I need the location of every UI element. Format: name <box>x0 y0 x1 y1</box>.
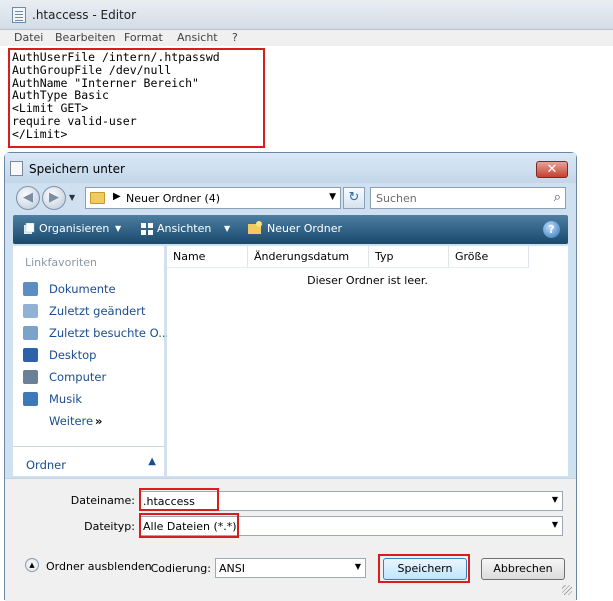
empty-folder-message: Dieser Ordner ist leer. <box>307 274 428 287</box>
favorite-label: Zuletzt besuchte O... <box>49 326 170 340</box>
command-toolbar: Organisieren ▼ Ansichten ▼ Neuer Ordner … <box>13 215 568 244</box>
filename-highlight <box>139 488 219 511</box>
encoding-select[interactable]: ANSI ▼ <box>215 558 366 578</box>
encoding-value: ANSI <box>219 562 245 575</box>
text-line: </Limit> <box>12 126 68 141</box>
favorite-label: Desktop <box>49 348 97 362</box>
organize-button[interactable]: Organisieren <box>39 222 109 235</box>
dialog-bottom-panel: Dateiname: .htaccess ▼ Dateityp: Alle Da… <box>5 478 576 601</box>
dialog-title-bar: Speichern unter ✕ <box>5 153 576 183</box>
menu-format[interactable]: Format <box>124 31 163 44</box>
menu-file[interactable]: Datei <box>14 31 43 44</box>
refresh-button[interactable]: ↻ <box>343 187 365 209</box>
text-line: AuthUserFile /intern/.htpasswd <box>12 50 220 64</box>
computer-icon <box>23 370 38 384</box>
navigation-bar: ◀ ▶ ▼ ▶ Neuer Ordner (4) ▼ ↻ Suchen ⌕ <box>5 183 576 213</box>
resize-grip[interactable] <box>562 585 572 595</box>
menu-view[interactable]: Ansicht <box>177 31 218 44</box>
folder-icon <box>90 192 105 204</box>
help-button[interactable]: ? <box>543 221 560 238</box>
folders-toggle[interactable]: Ordner <box>26 458 66 472</box>
column-size[interactable]: Größe <box>449 246 529 268</box>
menu-help[interactable]: ? <box>232 31 238 44</box>
filetype-highlight <box>139 513 239 538</box>
organize-dropdown-icon[interactable]: ▼ <box>115 224 121 233</box>
search-input[interactable]: Suchen ⌕ <box>370 187 566 209</box>
chevron-up-icon[interactable]: ▲ <box>148 456 156 467</box>
favorite-label: Dokumente <box>49 282 116 296</box>
notepad-icon <box>12 7 26 23</box>
save-as-dialog: Speichern unter ✕ ◀ ▶ ▼ ▶ Neuer Ordner (… <box>4 152 577 601</box>
favorite-label: Computer <box>49 370 107 384</box>
forward-button[interactable]: ▶ <box>42 186 66 210</box>
encoding-dropdown-icon[interactable]: ▼ <box>355 562 361 571</box>
encoding-label: Codierung: <box>150 562 211 575</box>
address-path[interactable]: Neuer Ordner (4) <box>126 192 220 205</box>
history-dropdown-icon[interactable]: ▼ <box>69 193 75 202</box>
save-highlight <box>378 554 470 583</box>
new-folder-icon <box>248 221 262 234</box>
views-dropdown-icon[interactable]: ▼ <box>224 224 230 233</box>
breadcrumb-arrow-icon[interactable]: ▶ <box>113 191 121 202</box>
editor-title-bar: .htaccess - Editor <box>0 0 613 30</box>
text-line: require valid-user <box>12 113 137 128</box>
back-button[interactable]: ◀ <box>16 186 40 210</box>
column-modified[interactable]: Änderungsdatum <box>248 246 369 268</box>
filetype-dropdown-icon[interactable]: ▼ <box>552 520 558 529</box>
views-icon <box>141 223 153 235</box>
editor-menu-bar: Datei Bearbeiten Format Ansicht ? <box>0 30 613 46</box>
search-placeholder: Suchen <box>376 192 417 205</box>
filetype-label: Dateityp: <box>84 520 135 533</box>
recent-places-icon <box>23 326 38 340</box>
refresh-icon: ↻ <box>348 190 360 205</box>
editor-title: .htaccess - Editor <box>32 8 137 22</box>
filename-dropdown-icon[interactable]: ▼ <box>552 495 558 504</box>
documents-icon <box>23 282 38 296</box>
hide-folders-button[interactable]: Ordner ausblenden <box>46 560 152 573</box>
desktop-icon <box>23 348 38 362</box>
new-folder-button[interactable]: Neuer Ordner <box>267 222 342 235</box>
search-icon[interactable]: ⌕ <box>554 190 561 205</box>
dialog-title: Speichern unter <box>29 162 125 176</box>
chevron-up-circle-icon[interactable]: ▲ <box>25 558 39 572</box>
address-bar[interactable]: ▶ Neuer Ordner (4) ▼ <box>85 187 341 209</box>
file-list[interactable]: Name Änderungsdatum Typ Größe Dieser Ord… <box>167 246 568 476</box>
favorite-label: Musik <box>49 392 83 406</box>
pane-divider <box>13 446 165 447</box>
organize-icon <box>24 223 35 234</box>
editor-text-area[interactable]: AuthUserFile /intern/.htpasswd AuthGroupF… <box>8 48 265 148</box>
favorite-label: Weitere <box>49 414 94 428</box>
favorites-header: Linkfavoriten <box>25 256 98 269</box>
column-name[interactable]: Name <box>167 246 248 268</box>
text-line: AuthGroupFile /dev/null <box>12 62 172 77</box>
forward-arrow-icon: ▶ <box>49 190 59 205</box>
address-dropdown-icon[interactable]: ▼ <box>329 192 336 202</box>
cancel-button[interactable]: Abbrechen <box>481 558 565 580</box>
more-chevron-icon: » <box>95 414 103 428</box>
views-button[interactable]: Ansichten <box>157 222 211 235</box>
close-button[interactable]: ✕ <box>536 161 568 178</box>
back-arrow-icon: ◀ <box>23 190 33 205</box>
menu-edit[interactable]: Bearbeiten <box>55 31 115 44</box>
music-icon <box>23 392 38 406</box>
navigation-pane: Linkfavoriten Dokumente Zuletzt geändert… <box>13 246 169 476</box>
favorite-label: Zuletzt geändert <box>49 304 146 318</box>
dialog-icon <box>10 161 23 176</box>
filename-label: Dateiname: <box>70 494 135 507</box>
recent-changed-icon <box>23 304 38 318</box>
column-type[interactable]: Typ <box>369 246 449 268</box>
